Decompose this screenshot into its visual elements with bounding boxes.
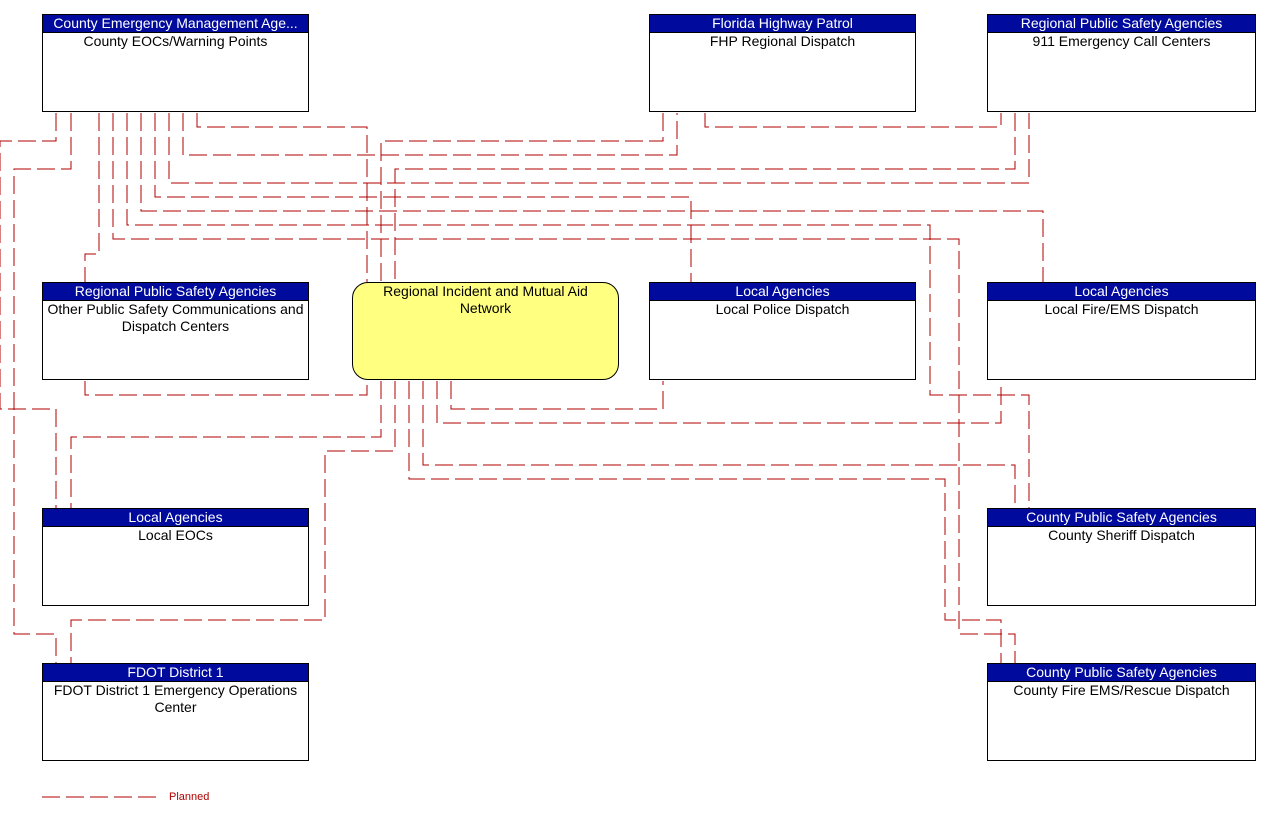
node-label: FHP Regional Dispatch: [709, 33, 856, 49]
node-label: Local Fire/EMS Dispatch: [1044, 301, 1199, 317]
flow-riman-to-local-eocs: [70, 381, 382, 508]
flow-county-eoc-to-911: [168, 113, 1030, 184]
flow-riman-to-sheriff: [422, 381, 1016, 508]
node-header: Regional Public Safety Agencies: [43, 283, 308, 301]
node-county-eocs[interactable]: County Emergency Management Age... Count…: [42, 14, 309, 112]
flow-riman-to-local-police: [450, 381, 664, 410]
node-header: County Public Safety Agencies: [988, 664, 1255, 682]
node-other-public-safety[interactable]: Regional Public Safety Agencies Other Pu…: [42, 282, 309, 380]
node-regional-incident-mutual-aid-network[interactable]: Regional Incident and Mutual Aid Network: [352, 282, 619, 380]
flow-other-ps-to-riman: [84, 381, 368, 396]
node-header: Regional Public Safety Agencies: [988, 15, 1255, 33]
node-label: Local Police Dispatch: [715, 301, 850, 317]
node-fdot-district1-eoc[interactable]: FDOT District 1 FDOT District 1 Emergenc…: [42, 663, 309, 761]
node-header: Local Agencies: [650, 283, 915, 301]
node-label: Local EOCs: [138, 527, 213, 543]
node-header: FDOT District 1: [43, 664, 308, 682]
node-header: Florida Highway Patrol: [650, 15, 915, 33]
node-fhp-regional-dispatch[interactable]: Florida Highway Patrol FHP Regional Disp…: [649, 14, 916, 112]
node-local-fire-ems-dispatch[interactable]: Local Agencies Local Fire/EMS Dispatch: [987, 282, 1256, 380]
legend-planned-line: [42, 796, 158, 798]
node-label: County Sheriff Dispatch: [1048, 527, 1195, 543]
node-local-police-dispatch[interactable]: Local Agencies Local Police Dispatch: [649, 282, 916, 380]
flow-fhp-to-911: [704, 113, 1002, 128]
node-911-call-centers[interactable]: Regional Public Safety Agencies 911 Emer…: [987, 14, 1256, 112]
flow-county-eoc-to-local-police: [154, 113, 692, 282]
node-county-fire-ems-rescue-dispatch[interactable]: County Public Safety Agencies County Fir…: [987, 663, 1256, 761]
node-local-eocs[interactable]: Local Agencies Local EOCs: [42, 508, 309, 606]
node-county-sheriff-dispatch[interactable]: County Public Safety Agencies County She…: [987, 508, 1256, 606]
node-header: County Emergency Management Age...: [43, 15, 308, 33]
node-header: Local Agencies: [43, 509, 308, 527]
legend-planned-label: Planned: [169, 791, 210, 803]
flow-county-eoc-to-other-ps: [84, 113, 100, 282]
node-label: Other Public Safety Communications and D…: [47, 301, 304, 334]
node-label: County Fire EMS/Rescue Dispatch: [1013, 682, 1230, 698]
node-label: County EOCs/Warning Points: [83, 33, 268, 49]
node-header: Local Agencies: [988, 283, 1255, 301]
node-header: County Public Safety Agencies: [988, 509, 1255, 527]
flow-riman-to-local-fire: [436, 381, 1002, 424]
node-label: 911 Emergency Call Centers: [1032, 33, 1211, 49]
flow-county-eoc-to-fhp: [182, 113, 678, 156]
node-label: FDOT District 1 Emergency Operations Cen…: [53, 682, 298, 715]
node-label: Regional Incident and Mutual Aid Network: [383, 283, 588, 316]
